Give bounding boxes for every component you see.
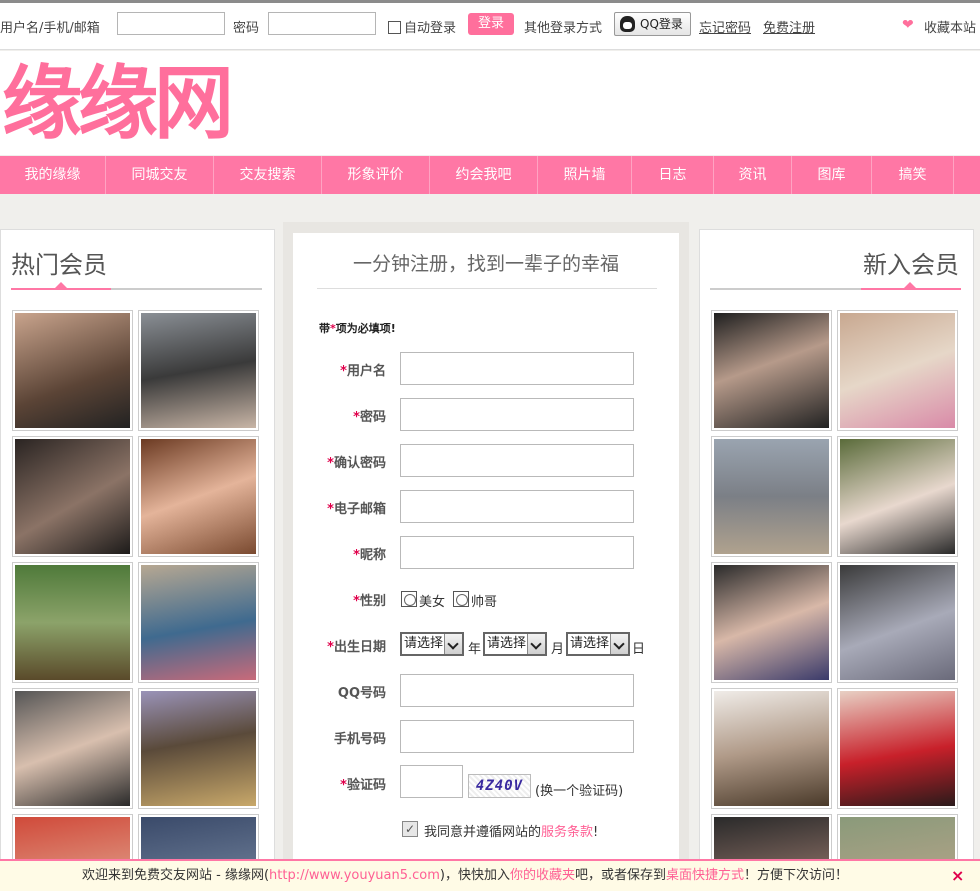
birth-month-select[interactable]: 请选择 [483, 632, 547, 656]
nav-item-funny[interactable]: 搞笑 [872, 156, 954, 194]
qq-login-button[interactable]: QQ登录 [614, 12, 691, 36]
email-field-label: *电子邮箱 [327, 502, 386, 517]
panel-divider-accent [11, 288, 111, 290]
birth-day-select[interactable]: 请选择 [566, 632, 630, 656]
username-field-label: *用户名 [340, 364, 386, 379]
agree-terms-label: 我同意并遵循网站的服务条款! [424, 825, 599, 840]
heart-icon: ❤ [902, 17, 914, 33]
nav-item-gallery[interactable]: 图库 [792, 156, 872, 194]
username-input[interactable] [117, 12, 225, 35]
agree-terms-checkbox[interactable]: ✓ [402, 821, 418, 837]
close-icon[interactable]: × [951, 861, 964, 891]
panel-caret [55, 282, 67, 288]
captcha-field-label: *验证码 [340, 778, 386, 793]
captcha-input[interactable] [400, 765, 463, 798]
nav-item-photo-wall[interactable]: 照片墙 [538, 156, 632, 194]
gender-female-label: 美女 [419, 595, 446, 610]
member-photo[interactable] [837, 562, 958, 683]
terms-link[interactable]: 服务条款 [541, 825, 593, 840]
username-label: 用户名/手机/邮箱 [0, 21, 100, 36]
gender-male-label: 帅哥 [471, 595, 498, 610]
nav-item-search[interactable]: 交友搜索 [214, 156, 322, 194]
gender-male-radio[interactable] [453, 591, 469, 607]
bookmark-site-link[interactable]: 收藏本站 [924, 17, 976, 36]
captcha-image[interactable]: 4Z40V [468, 774, 531, 798]
member-photo[interactable] [837, 310, 958, 431]
member-photo[interactable] [138, 688, 259, 809]
member-photo[interactable] [711, 436, 832, 557]
desktop-shortcut-link[interactable]: 桌面快捷方式 [666, 868, 744, 883]
nav-item-my-yuanyuan[interactable]: 我的缘缘 [0, 156, 106, 194]
member-photo[interactable] [138, 310, 259, 431]
chevron-down-icon [610, 634, 628, 654]
panel-title: 热门会员 [11, 251, 107, 279]
site-url-link[interactable]: http://www.youyuan5.com [269, 868, 440, 883]
chevron-down-icon [444, 634, 462, 654]
forgot-password-link[interactable]: 忘记密码 [699, 17, 751, 36]
panel-title: 新入会员 [863, 251, 959, 279]
form-title: 一分钟注册，找到一辈子的幸福 [352, 253, 619, 275]
confirm-password-field[interactable] [400, 444, 634, 477]
member-photo[interactable] [12, 562, 133, 683]
site-logo[interactable]: 缘缘网 [2, 58, 234, 148]
confirm-password-field-label: *确认密码 [327, 456, 386, 471]
member-photo[interactable] [837, 436, 958, 557]
nickname-field-label: *昵称 [353, 548, 386, 563]
login-button[interactable]: 登录 [468, 13, 514, 35]
bookmark-reminder-text: 欢迎来到免费交友网站 - 缘缘网(http://www.youyuan5.com… [82, 868, 849, 883]
username-field[interactable] [400, 352, 634, 385]
member-photo[interactable] [138, 436, 259, 557]
panel-caret [904, 282, 916, 288]
auto-login-checkbox[interactable] [388, 21, 401, 34]
gender-field-label: *性别 [353, 594, 386, 609]
auto-login-label: 自动登录 [404, 21, 457, 36]
new-members-panel: 新入会员 [699, 229, 974, 891]
nav-item-date-me[interactable]: 约会我吧 [430, 156, 538, 194]
member-photo[interactable] [12, 310, 133, 431]
add-favorites-link[interactable]: 你的收藏夹 [510, 868, 575, 883]
qq-field-label: QQ号码 [337, 686, 386, 701]
phone-field[interactable] [400, 720, 634, 753]
email-field[interactable] [400, 490, 634, 523]
panel-divider-accent [861, 288, 961, 290]
birth-year-select[interactable]: 请选择 [400, 632, 464, 656]
password-field[interactable] [400, 398, 634, 431]
password-input[interactable] [268, 12, 376, 35]
member-photo[interactable] [711, 562, 832, 683]
register-form: 一分钟注册，找到一辈子的幸福 带*项为必填项! *用户名 *密码 *确认密码 *… [293, 233, 679, 891]
qq-field[interactable] [400, 674, 634, 707]
other-login-label: 其他登录方式 [524, 21, 603, 36]
top-login-bar: 用户名/手机/邮箱 密码 自动登录 登录 其他登录方式 QQ登录 忘记密码 免费… [0, 0, 980, 50]
qq-penguin-icon [620, 16, 635, 32]
member-photo[interactable] [711, 310, 832, 431]
member-photo[interactable] [12, 688, 133, 809]
free-register-link[interactable]: 免费注册 [763, 17, 815, 36]
member-photo[interactable] [138, 562, 259, 683]
member-photo[interactable] [711, 688, 832, 809]
main-nav: 我的缘缘 同城交友 交友搜索 形象评价 约会我吧 照片墙 日志 资讯 图库 搞笑 [0, 156, 980, 194]
birthday-field-label: *出生日期 [327, 640, 386, 655]
qq-login-label: QQ登录 [640, 17, 683, 31]
member-photo[interactable] [12, 436, 133, 557]
gender-female-radio[interactable] [401, 591, 417, 607]
phone-field-label: 手机号码 [333, 732, 386, 747]
member-photo[interactable] [837, 688, 958, 809]
required-note: 带*项为必填项! [319, 322, 396, 335]
password-field-label: *密码 [353, 410, 386, 425]
year-unit: 年 [468, 642, 482, 657]
chevron-down-icon [527, 634, 545, 654]
hot-members-panel: 热门会员 [0, 229, 275, 891]
nav-item-news[interactable]: 资讯 [714, 156, 792, 194]
password-label: 密码 [233, 21, 260, 36]
bookmark-reminder-bar: 欢迎来到免费交友网站 - 缘缘网(http://www.youyuan5.com… [0, 859, 980, 891]
captcha-refresh-link[interactable]: (换一个验证码) [535, 780, 623, 799]
nickname-field[interactable] [400, 536, 634, 569]
nav-item-local-dating[interactable]: 同城交友 [106, 156, 214, 194]
nav-item-blog[interactable]: 日志 [632, 156, 714, 194]
nav-item-rating[interactable]: 形象评价 [322, 156, 430, 194]
day-unit: 日 [632, 642, 646, 657]
month-unit: 月 [551, 642, 565, 657]
form-title-divider [317, 288, 657, 289]
